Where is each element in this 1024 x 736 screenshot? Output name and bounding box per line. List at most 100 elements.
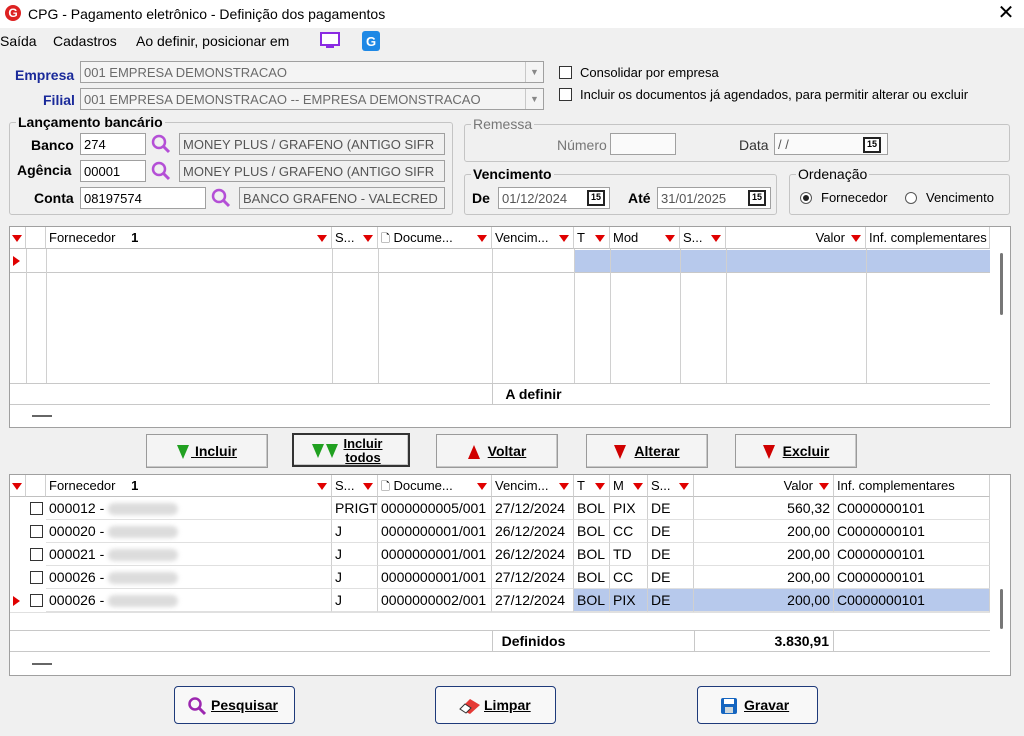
row-checkbox[interactable]: [30, 548, 43, 561]
cell-fornecedor[interactable]: 000012 -: [46, 497, 332, 520]
grid2-header-s[interactable]: S...: [332, 475, 378, 497]
cell-m[interactable]: TD: [610, 543, 648, 566]
grid-a-definir[interactable]: Fornecedor 1 S... 🗋 Docume... Vencim... …: [9, 226, 1011, 428]
cell-t[interactable]: BOL: [574, 520, 610, 543]
grid1-selected-row[interactable]: [574, 250, 990, 272]
cell-s2[interactable]: DE: [648, 589, 694, 612]
calendar-icon[interactable]: 15: [748, 190, 766, 206]
filter-icon[interactable]: [819, 483, 829, 490]
cell-venc[interactable]: 27/12/2024: [492, 497, 574, 520]
cell-valor[interactable]: 560,32: [694, 497, 834, 520]
cell-venc[interactable]: 27/12/2024: [492, 589, 574, 612]
conta-input[interactable]: 08197574: [80, 187, 206, 209]
incluir-button[interactable]: Incluir: [146, 434, 268, 468]
incluir-agendados-checkbox[interactable]: [559, 88, 572, 101]
cell-m[interactable]: CC: [610, 520, 648, 543]
menu-cadastros[interactable]: Cadastros: [53, 33, 117, 49]
filter-icon[interactable]: [851, 235, 861, 242]
chevron-down-icon[interactable]: ▼: [525, 62, 543, 82]
gravar-button[interactable]: Gravar: [697, 686, 818, 724]
ordenacao-vencimento-radio[interactable]: [905, 192, 917, 204]
cell-inf[interactable]: C0000000101: [834, 566, 990, 589]
cell-s2[interactable]: DE: [648, 497, 694, 520]
cell-t[interactable]: BOL: [574, 497, 610, 520]
filter-icon[interactable]: [665, 235, 675, 242]
row-checkbox[interactable]: [30, 525, 43, 538]
cell-valor[interactable]: 200,00: [694, 566, 834, 589]
cell-m[interactable]: PIX: [610, 589, 648, 612]
filter-icon[interactable]: [559, 235, 569, 242]
search-icon[interactable]: [150, 160, 172, 182]
filial-select[interactable]: 001 EMPRESA DEMONSTRACAO -- EMPRESA DEMO…: [80, 88, 544, 110]
agencia-input[interactable]: 00001: [80, 160, 146, 182]
row-checkbox[interactable]: [30, 594, 43, 607]
cell-m[interactable]: PIX: [610, 497, 648, 520]
limpar-button[interactable]: Limpar: [435, 686, 556, 724]
vertical-scrollbar[interactable]: [1000, 253, 1003, 315]
pesquisar-button[interactable]: Pesquisar: [174, 686, 295, 724]
search-icon[interactable]: [150, 133, 172, 155]
filter-icon[interactable]: [595, 235, 605, 242]
calendar-icon[interactable]: 15: [863, 137, 881, 153]
grid2-header-valor[interactable]: Valor: [694, 475, 834, 497]
cell-doc[interactable]: 0000000001/001: [378, 566, 492, 589]
filter-icon[interactable]: [477, 483, 487, 490]
numero-input[interactable]: [610, 133, 676, 155]
cell-venc[interactable]: 27/12/2024: [492, 566, 574, 589]
menu-saida[interactable]: Saída: [0, 33, 37, 49]
filter-icon[interactable]: [633, 483, 643, 490]
filter-icon[interactable]: [711, 235, 721, 242]
filter-icon[interactable]: [317, 235, 327, 242]
cell-doc[interactable]: 0000000001/001: [378, 543, 492, 566]
cell-inf[interactable]: C0000000101: [834, 543, 990, 566]
grid2-header-fornecedor[interactable]: Fornecedor 1: [46, 475, 332, 497]
grid2-header-documento[interactable]: 🗋 Docume...: [378, 475, 492, 497]
cell-s[interactable]: PRIGT: [332, 497, 378, 520]
grid2-header-s2[interactable]: S...: [648, 475, 694, 497]
cell-inf[interactable]: C0000000101: [834, 520, 990, 543]
filter-icon[interactable]: [477, 235, 487, 242]
grid1-header-mod[interactable]: Mod: [610, 227, 680, 249]
cell-valor[interactable]: 200,00: [694, 520, 834, 543]
filter-icon[interactable]: [679, 483, 689, 490]
incluir-todos-button[interactable]: Incluir todos: [292, 433, 410, 467]
cell-s[interactable]: J: [332, 566, 378, 589]
grid1-header-vencimento[interactable]: Vencim...: [492, 227, 574, 249]
cell-s2[interactable]: DE: [648, 543, 694, 566]
grid2-menu-header[interactable]: [10, 475, 26, 497]
filter-icon[interactable]: [363, 483, 373, 490]
horizontal-scrollbar[interactable]: [32, 663, 52, 665]
ordenacao-fornecedor-radio[interactable]: [800, 192, 812, 204]
close-button[interactable]: ✕: [994, 2, 1018, 26]
grid1-header-s2[interactable]: S...: [680, 227, 726, 249]
filter-icon[interactable]: [595, 483, 605, 490]
cell-doc[interactable]: 0000000005/001: [378, 497, 492, 520]
grid1-header-fornecedor[interactable]: Fornecedor 1: [46, 227, 332, 249]
consolidar-checkbox[interactable]: [559, 66, 572, 79]
row-checkbox[interactable]: [30, 502, 43, 515]
cell-fornecedor[interactable]: 000026 -: [46, 589, 332, 612]
cell-t[interactable]: BOL: [574, 543, 610, 566]
filter-icon[interactable]: [363, 235, 373, 242]
alterar-button[interactable]: Alterar: [586, 434, 708, 468]
calendar-icon[interactable]: 15: [587, 190, 605, 206]
cell-s2[interactable]: DE: [648, 566, 694, 589]
horizontal-scrollbar[interactable]: [32, 415, 52, 417]
voltar-button[interactable]: Voltar: [436, 434, 558, 468]
banco-input[interactable]: 274: [80, 133, 146, 155]
excluir-button[interactable]: Excluir: [735, 434, 857, 468]
cell-t[interactable]: BOL: [574, 566, 610, 589]
monitor-icon[interactable]: [320, 32, 340, 50]
grid1-header-documento[interactable]: 🗋 Docume...: [378, 227, 492, 249]
grid2-header-vencimento[interactable]: Vencim...: [492, 475, 574, 497]
cell-s[interactable]: J: [332, 589, 378, 612]
cell-s[interactable]: J: [332, 520, 378, 543]
cell-s2[interactable]: DE: [648, 520, 694, 543]
grafeno-icon[interactable]: G: [362, 31, 380, 51]
cell-fornecedor[interactable]: 000026 -: [46, 566, 332, 589]
cell-fornecedor[interactable]: 000021 -: [46, 543, 332, 566]
menu-ao-definir[interactable]: Ao definir, posicionar em: [136, 33, 289, 49]
grid1-header-inf[interactable]: Inf. complementares: [866, 227, 990, 249]
vertical-scrollbar[interactable]: [1000, 589, 1003, 629]
grid1-header-s[interactable]: S...: [332, 227, 378, 249]
